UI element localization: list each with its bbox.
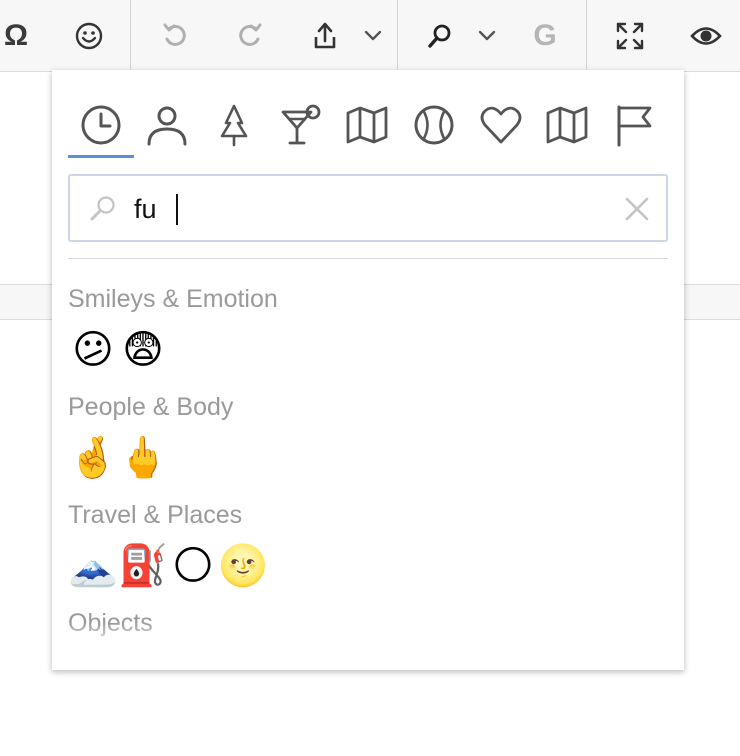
redo-button[interactable]	[225, 0, 275, 72]
redo-icon	[239, 23, 262, 46]
toolbar-separator	[130, 0, 131, 72]
emoji-item[interactable]: 😨	[118, 325, 168, 375]
chevron-down-icon	[478, 30, 496, 41]
grammar-button[interactable]: G	[522, 0, 568, 72]
section-title: Smileys & Emotion	[68, 285, 278, 313]
map-icon	[546, 106, 588, 144]
emoji-results: Smileys & Emotion 😕 😨 People & Body 🤞 🖕 …	[68, 270, 668, 652]
search-icon	[90, 196, 115, 221]
clock-icon	[81, 105, 121, 145]
emoji-item[interactable]: 🌕	[168, 541, 218, 591]
emoji-button[interactable]	[64, 0, 114, 72]
undo-icon	[163, 23, 186, 46]
emoji-item[interactable]: ⛽	[118, 541, 168, 591]
clear-search-button[interactable]	[622, 194, 652, 224]
scroll-fade	[68, 622, 668, 652]
emoji-item[interactable]: 🗻	[68, 541, 118, 591]
upload-dropdown-button[interactable]	[358, 0, 388, 72]
emoji-search-input[interactable]	[134, 190, 614, 228]
emoji-search-box	[68, 174, 668, 242]
flag-icon	[617, 105, 652, 147]
tab-flags[interactable]	[601, 92, 667, 158]
tree-icon	[220, 104, 248, 147]
toolbar-separator	[586, 0, 587, 72]
find-button[interactable]	[416, 0, 464, 72]
emoji-picker: Smileys & Emotion 😕 😨 People & Body 🤞 🖕 …	[52, 70, 684, 670]
tab-recent[interactable]	[68, 92, 134, 158]
person-icon	[147, 106, 187, 146]
tab-nature[interactable]	[201, 92, 267, 158]
undo-button[interactable]	[150, 0, 200, 72]
emoji-row: 🗻 ⛽ 🌕 🌝	[68, 538, 668, 594]
upload-icon	[314, 22, 336, 49]
tab-people[interactable]	[134, 92, 200, 158]
emoji-icon	[75, 22, 103, 50]
ball-icon	[414, 105, 454, 145]
find-dropdown-button[interactable]	[472, 0, 502, 72]
tab-objects[interactable]	[534, 92, 600, 158]
find-icon	[428, 24, 451, 48]
fullscreen-button[interactable]	[606, 0, 654, 72]
section-title: People & Body	[68, 393, 234, 421]
section-title: Travel & Places	[68, 501, 243, 529]
tab-food[interactable]	[268, 92, 334, 158]
fullscreen-icon	[616, 22, 644, 50]
emoji-item[interactable]: 😕	[68, 325, 118, 375]
special-character-button[interactable]: Ω	[0, 0, 40, 72]
editor-toolbar: Ω G	[0, 0, 740, 72]
divider	[68, 258, 668, 259]
special-character-icon: Ω	[3, 19, 29, 52]
tab-symbols[interactable]	[468, 92, 534, 158]
preview-icon	[690, 27, 722, 45]
tab-travel[interactable]	[334, 92, 400, 158]
tab-activity[interactable]	[401, 92, 467, 158]
emoji-item[interactable]: 🖕	[118, 433, 168, 483]
close-icon	[625, 197, 649, 221]
upload-button[interactable]	[302, 0, 348, 72]
chevron-down-icon	[364, 30, 382, 41]
emoji-category-tabs	[68, 92, 668, 160]
emoji-row: 🤞 🖕	[68, 430, 668, 486]
emoji-row: 😕 😨	[68, 322, 668, 378]
map-icon	[346, 106, 388, 144]
cocktail-icon	[281, 104, 321, 145]
text-caret	[176, 194, 178, 225]
grammar-icon: G	[533, 19, 557, 52]
emoji-item[interactable]: 🤞	[68, 433, 118, 483]
heart-icon	[480, 106, 522, 144]
emoji-item[interactable]: 🌝	[218, 541, 268, 591]
toolbar-separator	[397, 0, 398, 72]
preview-button[interactable]	[682, 0, 730, 72]
